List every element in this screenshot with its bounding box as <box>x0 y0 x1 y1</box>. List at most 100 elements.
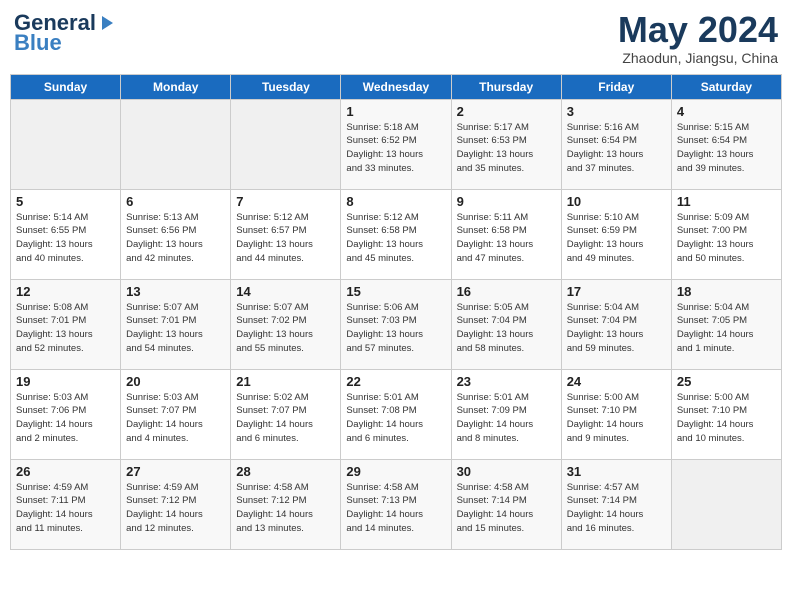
day-info: Sunrise: 5:09 AM Sunset: 7:00 PM Dayligh… <box>677 211 776 266</box>
day-number: 1 <box>346 104 445 119</box>
day-info: Sunrise: 5:00 AM Sunset: 7:10 PM Dayligh… <box>677 391 776 446</box>
day-info: Sunrise: 5:01 AM Sunset: 7:08 PM Dayligh… <box>346 391 445 446</box>
week-row-4: 19Sunrise: 5:03 AM Sunset: 7:06 PM Dayli… <box>11 369 782 459</box>
day-number: 8 <box>346 194 445 209</box>
day-number: 6 <box>126 194 225 209</box>
logo: General Blue <box>14 10 116 56</box>
day-cell: 12 Sunrise: 5:08 AM Sunset: 7:01 PM Dayli… <box>11 279 121 369</box>
day-cell: 26 Sunrise: 4:59 AM Sunset: 7:11 PM Dayli… <box>11 459 121 549</box>
day-number: 12 <box>16 284 115 299</box>
day-number: 18 <box>677 284 776 299</box>
day-cell: 3Sunrise: 5:16 AM Sunset: 6:54 PM Daylig… <box>561 99 671 189</box>
day-cell: 20Sunrise: 5:03 AM Sunset: 7:07 PM Dayli… <box>121 369 231 459</box>
day-number: 28 <box>236 464 335 479</box>
col-wednesday: Wednesday <box>341 74 451 99</box>
day-number: 25 <box>677 374 776 389</box>
week-row-2: 5 Sunrise: 5:14 AM Sunset: 6:55 PM Daylig… <box>11 189 782 279</box>
day-number: 5 <box>16 194 115 209</box>
logo-arrow-icon <box>97 14 115 32</box>
day-info: Sunrise: 5:08 AM Sunset: 7:01 PM Dayligh… <box>16 301 115 356</box>
day-cell: 7 Sunrise: 5:12 AM Sunset: 6:57 PM Daylig… <box>231 189 341 279</box>
day-number: 7 <box>236 194 335 209</box>
day-cell: 28Sunrise: 4:58 AM Sunset: 7:12 PM Dayli… <box>231 459 341 549</box>
day-cell: 9Sunrise: 5:11 AM Sunset: 6:58 PM Daylig… <box>451 189 561 279</box>
day-cell <box>11 99 121 189</box>
day-cell: 13Sunrise: 5:07 AM Sunset: 7:01 PM Dayli… <box>121 279 231 369</box>
day-info: Sunrise: 4:58 AM Sunset: 7:14 PM Dayligh… <box>457 481 556 536</box>
day-cell: 23 Sunrise: 5:01 AM Sunset: 7:09 PM Dayli… <box>451 369 561 459</box>
day-number: 23 <box>457 374 556 389</box>
logo-blue: Blue <box>14 30 62 56</box>
day-info: Sunrise: 5:02 AM Sunset: 7:07 PM Dayligh… <box>236 391 335 446</box>
day-cell: 11 Sunrise: 5:09 AM Sunset: 7:00 PM Dayli… <box>671 189 781 279</box>
day-number: 22 <box>346 374 445 389</box>
day-number: 21 <box>236 374 335 389</box>
day-cell <box>231 99 341 189</box>
day-cell: 4Sunrise: 5:15 AM Sunset: 6:54 PM Daylig… <box>671 99 781 189</box>
day-number: 11 <box>677 194 776 209</box>
day-cell: 29Sunrise: 4:58 AM Sunset: 7:13 PM Dayli… <box>341 459 451 549</box>
day-number: 26 <box>16 464 115 479</box>
day-cell: 10 Sunrise: 5:10 AM Sunset: 6:59 PM Dayli… <box>561 189 671 279</box>
day-number: 15 <box>346 284 445 299</box>
day-cell: 25 Sunrise: 5:00 AM Sunset: 7:10 PM Dayli… <box>671 369 781 459</box>
day-info: Sunrise: 5:05 AM Sunset: 7:04 PM Dayligh… <box>457 301 556 356</box>
day-info: Sunrise: 5:13 AM Sunset: 6:56 PM Dayligh… <box>126 211 225 266</box>
week-row-3: 12 Sunrise: 5:08 AM Sunset: 7:01 PM Dayli… <box>11 279 782 369</box>
title-block: May 2024 Zhaodun, Jiangsu, China <box>618 10 778 66</box>
day-cell: 18Sunrise: 5:04 AM Sunset: 7:05 PM Dayli… <box>671 279 781 369</box>
calendar-table: Sunday Monday Tuesday Wednesday Thursday… <box>10 74 782 550</box>
day-info: Sunrise: 5:18 AM Sunset: 6:52 PM Dayligh… <box>346 121 445 176</box>
day-cell: 1 Sunrise: 5:18 AM Sunset: 6:52 PM Daylig… <box>341 99 451 189</box>
header-row: Sunday Monday Tuesday Wednesday Thursday… <box>11 74 782 99</box>
day-cell: 16 Sunrise: 5:05 AM Sunset: 7:04 PM Dayli… <box>451 279 561 369</box>
day-number: 10 <box>567 194 666 209</box>
day-number: 3 <box>567 104 666 119</box>
day-cell: 17 Sunrise: 5:04 AM Sunset: 7:04 PM Dayli… <box>561 279 671 369</box>
day-cell: 30 Sunrise: 4:58 AM Sunset: 7:14 PM Dayli… <box>451 459 561 549</box>
week-row-1: 1 Sunrise: 5:18 AM Sunset: 6:52 PM Daylig… <box>11 99 782 189</box>
day-number: 31 <box>567 464 666 479</box>
day-cell: 15Sunrise: 5:06 AM Sunset: 7:03 PM Dayli… <box>341 279 451 369</box>
day-info: Sunrise: 5:12 AM Sunset: 6:58 PM Dayligh… <box>346 211 445 266</box>
day-info: Sunrise: 5:00 AM Sunset: 7:10 PM Dayligh… <box>567 391 666 446</box>
day-info: Sunrise: 5:01 AM Sunset: 7:09 PM Dayligh… <box>457 391 556 446</box>
week-row-5: 26 Sunrise: 4:59 AM Sunset: 7:11 PM Dayli… <box>11 459 782 549</box>
day-cell: 22 Sunrise: 5:01 AM Sunset: 7:08 PM Dayli… <box>341 369 451 459</box>
day-info: Sunrise: 5:04 AM Sunset: 7:04 PM Dayligh… <box>567 301 666 356</box>
day-number: 14 <box>236 284 335 299</box>
day-number: 2 <box>457 104 556 119</box>
day-cell: 27 Sunrise: 4:59 AM Sunset: 7:12 PM Dayli… <box>121 459 231 549</box>
day-info: Sunrise: 5:10 AM Sunset: 6:59 PM Dayligh… <box>567 211 666 266</box>
day-number: 9 <box>457 194 556 209</box>
day-number: 16 <box>457 284 556 299</box>
day-info: Sunrise: 5:12 AM Sunset: 6:57 PM Dayligh… <box>236 211 335 266</box>
day-info: Sunrise: 4:57 AM Sunset: 7:14 PM Dayligh… <box>567 481 666 536</box>
day-info: Sunrise: 5:03 AM Sunset: 7:06 PM Dayligh… <box>16 391 115 446</box>
day-cell: 6 Sunrise: 5:13 AM Sunset: 6:56 PM Daylig… <box>121 189 231 279</box>
day-number: 20 <box>126 374 225 389</box>
day-cell: 31 Sunrise: 4:57 AM Sunset: 7:14 PM Dayli… <box>561 459 671 549</box>
day-number: 17 <box>567 284 666 299</box>
day-number: 24 <box>567 374 666 389</box>
day-cell <box>121 99 231 189</box>
col-thursday: Thursday <box>451 74 561 99</box>
col-saturday: Saturday <box>671 74 781 99</box>
day-cell <box>671 459 781 549</box>
day-info: Sunrise: 5:15 AM Sunset: 6:54 PM Dayligh… <box>677 121 776 176</box>
page-header: General Blue May 2024 Zhaodun, Jiangsu, … <box>10 10 782 66</box>
day-cell: 24 Sunrise: 5:00 AM Sunset: 7:10 PM Dayli… <box>561 369 671 459</box>
day-info: Sunrise: 4:59 AM Sunset: 7:11 PM Dayligh… <box>16 481 115 536</box>
day-info: Sunrise: 4:59 AM Sunset: 7:12 PM Dayligh… <box>126 481 225 536</box>
day-number: 30 <box>457 464 556 479</box>
col-sunday: Sunday <box>11 74 121 99</box>
calendar-title: May 2024 <box>618 10 778 50</box>
day-cell: 19Sunrise: 5:03 AM Sunset: 7:06 PM Dayli… <box>11 369 121 459</box>
day-info: Sunrise: 5:14 AM Sunset: 6:55 PM Dayligh… <box>16 211 115 266</box>
day-number: 27 <box>126 464 225 479</box>
col-tuesday: Tuesday <box>231 74 341 99</box>
day-number: 29 <box>346 464 445 479</box>
day-cell: 14Sunrise: 5:07 AM Sunset: 7:02 PM Dayli… <box>231 279 341 369</box>
day-info: Sunrise: 5:07 AM Sunset: 7:01 PM Dayligh… <box>126 301 225 356</box>
day-cell: 2Sunrise: 5:17 AM Sunset: 6:53 PM Daylig… <box>451 99 561 189</box>
